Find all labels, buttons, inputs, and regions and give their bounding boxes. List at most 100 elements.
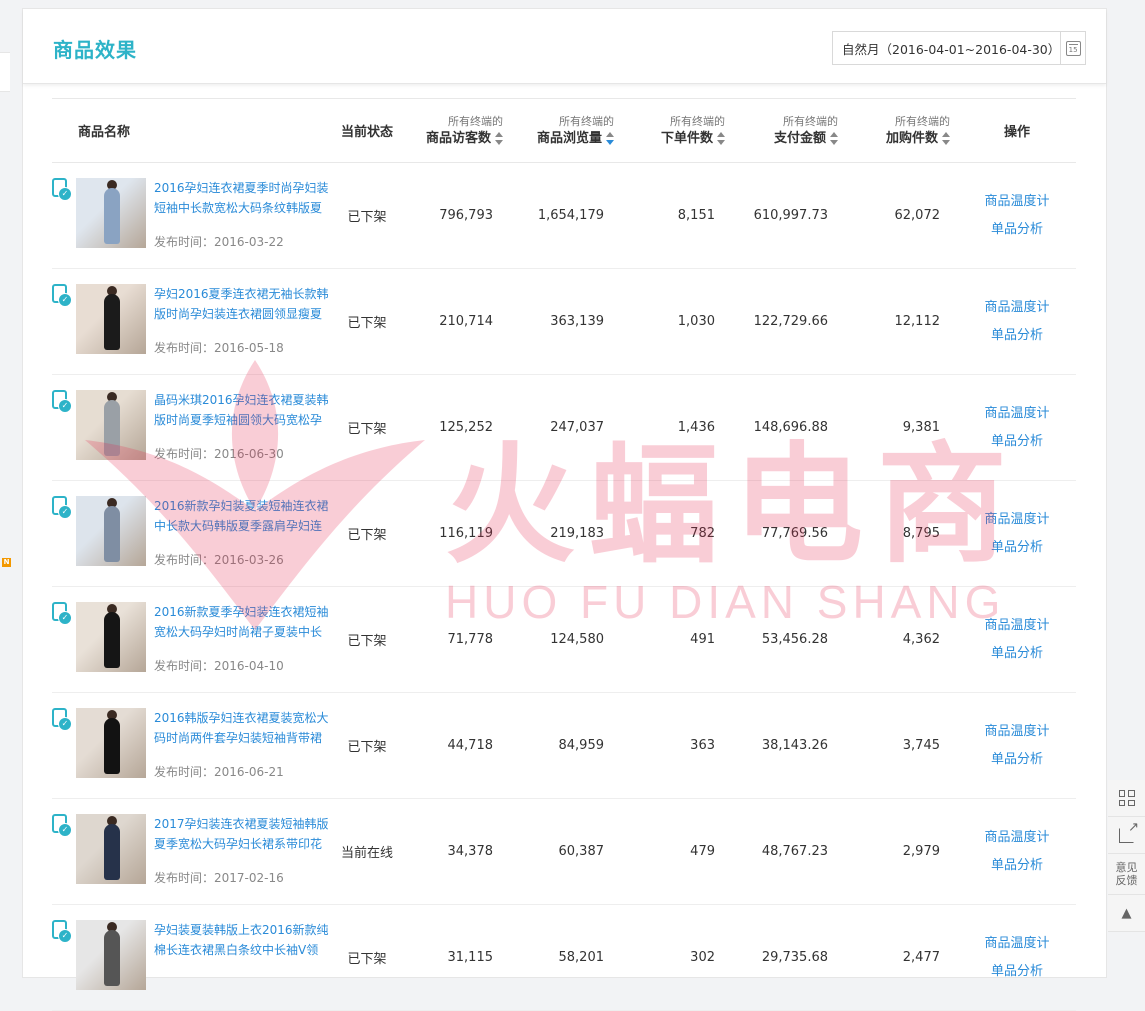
calendar-icon: 15 [1065, 40, 1081, 56]
thermometer-link[interactable]: 商品温度计 [958, 612, 1076, 640]
cell-item: 孕妇2016夏季连衣裙无袖长款韩版时尚孕妇装连衣裙圆领显瘦夏 发布时间：2016… [52, 268, 330, 375]
table-row: 孕妇装夏装韩版上衣2016新款纯棉长连衣裙黑白条纹中长袖V领裙 已下架 31,1… [52, 904, 1076, 1011]
cell-item: 2016孕妇连衣裙夏季时尚孕妇装短袖中长款宽松大码条纹韩版夏 发布时间：2016… [52, 162, 330, 269]
product-title-link[interactable]: 2017孕妇装连衣裙夏装短袖韩版夏季宽松大码孕妇长裙系带印花 [154, 814, 330, 854]
cell-views: 247,037 [511, 374, 622, 481]
publish-date: 发布时间：2017-02-16 [154, 871, 284, 885]
product-title-link[interactable]: 2016孕妇连衣裙夏季时尚孕妇装短袖中长款宽松大码条纹韩版夏 [154, 178, 330, 218]
product-thumbnail[interactable] [76, 178, 146, 248]
product-thumbnail[interactable] [76, 602, 146, 672]
product-title-link[interactable]: 孕妇2016夏季连衣裙无袖长款韩版时尚孕妇装连衣裙圆领显瘦夏 [154, 284, 330, 324]
cell-views: 1,654,179 [511, 162, 622, 269]
mobile-check-icon [52, 284, 72, 307]
thermometer-link[interactable]: 商品温度计 [958, 506, 1076, 534]
cell-status: 已下架 [330, 586, 404, 693]
product-title-link[interactable]: 2016新款夏季孕妇装连衣裙短袖宽松大码孕妇时尚裙子夏装中长 [154, 602, 330, 642]
cell-item: 2016新款孕妇装夏装短袖连衣裙中长款大码韩版夏季露肩孕妇连 发布时间：2016… [52, 480, 330, 587]
product-thumbnail[interactable] [76, 708, 146, 778]
col-header-pay[interactable]: 所有终端的 支付金额 [733, 98, 846, 163]
thermometer-link[interactable]: 商品温度计 [958, 824, 1076, 852]
calendar-button[interactable]: 15 [1060, 32, 1085, 64]
cell-orders: 491 [622, 586, 733, 693]
cell-item: 2016韩版孕妇连衣裙夏装宽松大码时尚两件套孕妇装短袖背带裙 发布时间：2016… [52, 692, 330, 799]
single-analysis-link[interactable]: 单品分析 [958, 216, 1076, 244]
col-header-op: 操作 [958, 98, 1076, 163]
table-header-row: 商品名称 当前状态 所有终端的 商品访客数 所有终端的 商品浏览量 所有终端的 … [52, 98, 1076, 163]
cell-visitors: 31,115 [404, 904, 511, 1011]
product-thumbnail[interactable] [76, 920, 146, 990]
side-toolbar: 意见 反馈 ▲ [1108, 780, 1145, 932]
cell-cart: 12,112 [846, 268, 958, 375]
sort-active-icon[interactable] [606, 132, 614, 145]
cell-op: 商品温度计 单品分析 [958, 374, 1076, 481]
single-analysis-link[interactable]: 单品分析 [958, 746, 1076, 774]
mobile-check-icon [52, 814, 72, 837]
cell-views: 219,183 [511, 480, 622, 587]
cell-visitors: 71,778 [404, 586, 511, 693]
product-thumbnail[interactable] [76, 284, 146, 354]
new-badge: N [2, 558, 11, 567]
cell-cart: 62,072 [846, 162, 958, 269]
table-row: 2017孕妇装连衣裙夏装短袖韩版夏季宽松大码孕妇长裙系带印花 发布时间：2017… [52, 798, 1076, 905]
col-header-orders[interactable]: 所有终端的 下单件数 [622, 98, 733, 163]
cell-views: 124,580 [511, 586, 622, 693]
cell-orders: 1,030 [622, 268, 733, 375]
single-analysis-link[interactable]: 单品分析 [958, 958, 1076, 986]
cell-cart: 9,381 [846, 374, 958, 481]
cell-cart: 8,795 [846, 480, 958, 587]
cell-pay: 610,997.73 [733, 162, 846, 269]
back-to-top-button[interactable]: ▲ [1108, 895, 1145, 932]
table-row: 2016新款夏季孕妇装连衣裙短袖宽松大码孕妇时尚裙子夏装中长 发布时间：2016… [52, 586, 1076, 693]
single-analysis-link[interactable]: 单品分析 [958, 428, 1076, 456]
col-header-views[interactable]: 所有终端的 商品浏览量 [511, 98, 622, 163]
date-range-picker[interactable]: 自然月（2016-04-01~2016-04-30） 15 [832, 31, 1086, 65]
product-thumbnail[interactable] [76, 814, 146, 884]
sort-icon[interactable] [717, 132, 725, 145]
cell-visitors: 44,718 [404, 692, 511, 799]
col-header-cart[interactable]: 所有终端的 加购件数 [846, 98, 958, 163]
single-analysis-link[interactable]: 单品分析 [958, 852, 1076, 880]
thermometer-link[interactable]: 商品温度计 [958, 400, 1076, 428]
date-range-text[interactable]: 自然月（2016-04-01~2016-04-30） [833, 39, 1060, 58]
table-row: 孕妇2016夏季连衣裙无袖长款韩版时尚孕妇装连衣裙圆领显瘦夏 发布时间：2016… [52, 268, 1076, 375]
sort-icon[interactable] [830, 132, 838, 145]
thermometer-link[interactable]: 商品温度计 [958, 188, 1076, 216]
cell-status: 已下架 [330, 162, 404, 269]
single-analysis-link[interactable]: 单品分析 [958, 640, 1076, 668]
product-title-link[interactable]: 孕妇装夏装韩版上衣2016新款纯棉长连衣裙黑白条纹中长袖V领裙 [154, 920, 330, 960]
cell-views: 363,139 [511, 268, 622, 375]
sort-icon[interactable] [495, 132, 503, 145]
qrcode-icon [1118, 790, 1135, 806]
card-header: 商品效果 自然月（2016-04-01~2016-04-30） 15 [23, 9, 1106, 84]
product-title-link[interactable]: 2016韩版孕妇连衣裙夏装宽松大码时尚两件套孕妇装短袖背带裙 [154, 708, 330, 748]
cell-orders: 479 [622, 798, 733, 905]
cell-op: 商品温度计 单品分析 [958, 162, 1076, 269]
qrcode-button[interactable] [1108, 780, 1145, 817]
thermometer-link[interactable]: 商品温度计 [958, 294, 1076, 322]
product-thumbnail[interactable] [76, 390, 146, 460]
product-thumbnail[interactable] [76, 496, 146, 566]
product-title-link[interactable]: 2016新款孕妇装夏装短袖连衣裙中长款大码韩版夏季露肩孕妇连 [154, 496, 330, 536]
product-title-link[interactable]: 晶码米琪2016孕妇连衣裙夏装韩版时尚夏季短袖圆领大码宽松孕 [154, 390, 330, 430]
cell-pay: 29,735.68 [733, 904, 846, 1011]
publish-date: 发布时间：2016-04-10 [154, 659, 284, 673]
cell-cart: 2,979 [846, 798, 958, 905]
single-analysis-link[interactable]: 单品分析 [958, 534, 1076, 562]
publish-date: 发布时间：2016-05-18 [154, 341, 284, 355]
cell-op: 商品温度计 单品分析 [958, 480, 1076, 587]
feedback-button[interactable]: 意见 反馈 [1108, 854, 1145, 895]
single-analysis-link[interactable]: 单品分析 [958, 322, 1076, 350]
share-button[interactable] [1108, 817, 1145, 854]
cell-views: 84,959 [511, 692, 622, 799]
cell-status: 已下架 [330, 268, 404, 375]
arrow-up-icon: ▲ [1121, 905, 1132, 921]
cell-visitors: 125,252 [404, 374, 511, 481]
cell-status: 已下架 [330, 904, 404, 1011]
col-header-visitors[interactable]: 所有终端的 商品访客数 [404, 98, 511, 163]
table-row: 晶码米琪2016孕妇连衣裙夏装韩版时尚夏季短袖圆领大码宽松孕 发布时间：2016… [52, 374, 1076, 481]
sort-icon[interactable] [942, 132, 950, 145]
cell-orders: 8,151 [622, 162, 733, 269]
left-panel-strip [0, 52, 10, 92]
thermometer-link[interactable]: 商品温度计 [958, 718, 1076, 746]
thermometer-link[interactable]: 商品温度计 [958, 930, 1076, 958]
